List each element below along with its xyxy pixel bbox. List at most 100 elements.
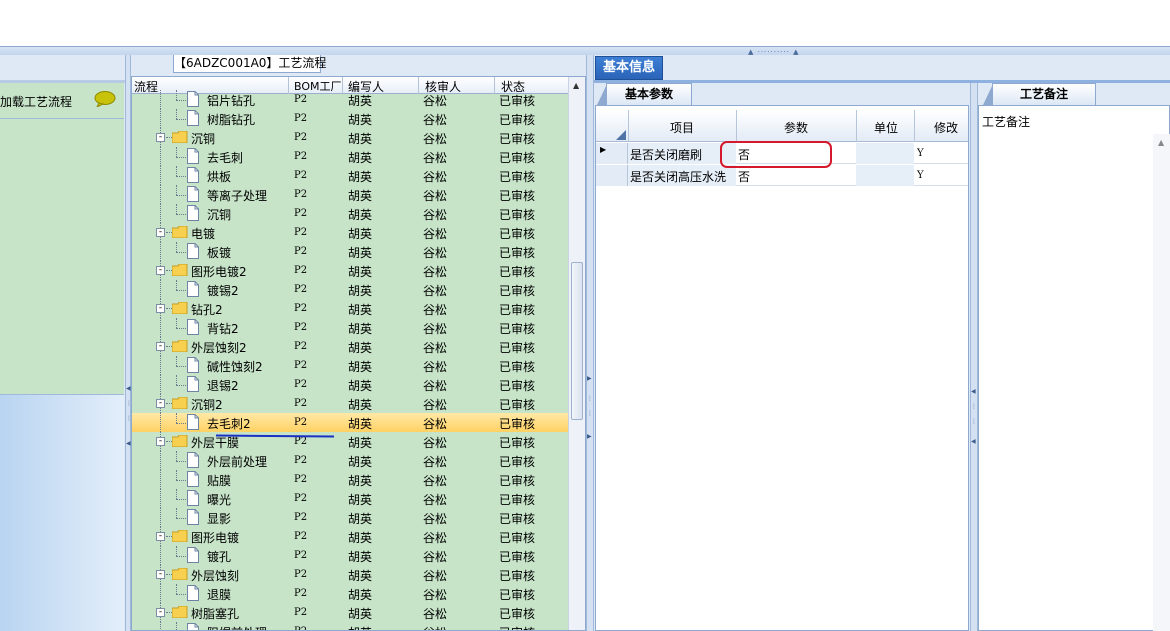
status-cell: 已审核 (499, 284, 536, 298)
collapse-toggle-icon[interactable]: - (156, 133, 165, 142)
tree-node-label: 碱性蚀刻2 (207, 360, 263, 374)
tree-leaf-row[interactable]: 树脂钻孔 P2 胡英 谷松 已审核 (132, 109, 568, 128)
tree-leaf-row[interactable]: 等离子处理 P2 胡英 谷松 已审核 (132, 185, 568, 204)
collapse-toggle-icon[interactable]: - (156, 228, 165, 237)
tree-leaf-row[interactable]: 贴膜 P2 胡英 谷松 已审核 (132, 470, 568, 489)
status-cell: 已审核 (499, 132, 536, 146)
remark-scrollbar[interactable]: ▲ (1153, 134, 1170, 631)
process-remark-box[interactable]: 工艺备注 ▲ (978, 105, 1170, 631)
tree-folder-row[interactable]: - 外层蚀刻 P2 胡英 谷松 已审核 (132, 565, 568, 584)
reviewer-cell: 谷松 (423, 379, 448, 393)
load-process-bar[interactable]: 加载工艺流程 (0, 83, 124, 119)
tree-leaf-row[interactable]: 碱性蚀刻2 P2 胡英 谷松 已审核 (132, 356, 568, 375)
status-cell: 已审核 (499, 246, 536, 260)
collapse-toggle-icon[interactable]: - (156, 608, 165, 617)
collapse-toggle-icon[interactable]: - (156, 570, 165, 579)
column-header-item[interactable]: 项目 (670, 119, 694, 136)
scroll-up-icon[interactable]: ▲ (1158, 138, 1164, 147)
column-header-unit[interactable]: 单位 (874, 119, 898, 136)
right-panel: 基本信息 基本参数 项目 参数 单位 修改 ▶ 是否关闭磨刷 否 Y 是否关闭高… (594, 55, 1170, 631)
process-tree-tab[interactable]: 【6ADZC001A0】工艺流程 (173, 55, 326, 73)
document-icon (187, 281, 199, 297)
scroll-up-icon[interactable]: ▲ (573, 81, 579, 90)
document-icon (187, 91, 199, 107)
tree-leaf-row[interactable]: 退锡2 P2 胡英 谷松 已审核 (132, 375, 568, 394)
bom-factory-cell: P2 (294, 417, 308, 428)
tree-folder-row[interactable]: - 图形电镀2 P2 胡英 谷松 已审核 (132, 261, 568, 280)
bom-factory-cell: P2 (294, 303, 308, 314)
tree-leaf-row[interactable]: 沉铜 P2 胡英 谷松 已审核 (132, 204, 568, 223)
bom-factory-cell: P2 (294, 341, 308, 352)
top-splitter[interactable]: ▲ ·········· ▲ (0, 46, 1170, 56)
tree-leaf-row[interactable]: 烘板 P2 胡英 谷松 已审核 (132, 166, 568, 185)
reviewer-cell: 谷松 (423, 170, 448, 184)
tree-node-label: 背钻2 (207, 322, 239, 336)
document-icon (187, 471, 199, 487)
collapse-toggle-icon[interactable]: - (156, 399, 165, 408)
scroll-thumb[interactable] (571, 262, 583, 420)
tree-leaf-row[interactable]: 铝片钻孔 P2 胡英 谷松 已审核 (132, 90, 568, 109)
tree-folder-row[interactable]: - 钻孔2 P2 胡英 谷松 已审核 (132, 299, 568, 318)
tree-leaf-row[interactable]: 板镀 P2 胡英 谷松 已审核 (132, 242, 568, 261)
tree-leaf-row[interactable]: 阻焊前处理 P2 胡英 谷松 已审核 (132, 622, 568, 630)
document-icon (187, 623, 199, 630)
reviewer-cell: 谷松 (423, 284, 448, 298)
tree-node-label: 图形电镀2 (191, 265, 247, 279)
tree-vertical-scrollbar[interactable]: ▲ (568, 77, 585, 630)
tree-folder-row[interactable]: - 外层蚀刻2 P2 胡英 谷松 已审核 (132, 337, 568, 356)
collapse-toggle-icon[interactable]: - (156, 266, 165, 275)
status-cell: 已审核 (499, 398, 536, 412)
red-highlight-annotation (720, 141, 832, 168)
writer-cell: 胡英 (348, 398, 373, 412)
process-remark-pane: 工艺备注 工艺备注 ▲ (978, 83, 1170, 631)
tab-basic-params[interactable]: 基本参数 (597, 83, 692, 105)
tree-leaf-row[interactable]: 背钻2 P2 胡英 谷松 已审核 (132, 318, 568, 337)
tree-leaf-row[interactable]: 去毛刺2 P2 胡英 谷松 已审核 (132, 413, 568, 432)
tree-folder-row[interactable]: - 沉铜2 P2 胡英 谷松 已审核 (132, 394, 568, 413)
status-cell: 已审核 (499, 588, 536, 602)
tab-basic-info[interactable]: 基本信息 (595, 56, 663, 80)
tree-leaf-row[interactable]: 镀孔 P2 胡英 谷松 已审核 (132, 546, 568, 565)
folder-icon (172, 606, 188, 618)
folder-icon (172, 397, 188, 409)
tab-process-remark[interactable]: 工艺备注 (983, 83, 1096, 105)
collapse-toggle-icon[interactable]: - (156, 304, 165, 313)
param-modify-cell[interactable]: Y (917, 170, 924, 181)
tree-folder-row[interactable]: - 外层干膜 P2 胡英 谷松 已审核 (132, 432, 568, 451)
status-cell: 已审核 (499, 341, 536, 355)
tree-folder-row[interactable]: - 电镀 P2 胡英 谷松 已审核 (132, 223, 568, 242)
tree-node-label: 外层蚀刻 (191, 569, 240, 583)
tree-leaf-row[interactable]: 退膜 P2 胡英 谷松 已审核 (132, 584, 568, 603)
right-splitter[interactable]: ◀ ⋮ ⋮ ◀ (970, 83, 978, 631)
tree-folder-row[interactable]: - 图形电镀 P2 胡英 谷松 已审核 (132, 527, 568, 546)
tree-leaf-row[interactable]: 外层前处理 P2 胡英 谷松 已审核 (132, 451, 568, 470)
collapse-toggle-icon[interactable]: - (156, 532, 165, 541)
tree-folder-row[interactable]: - 树脂塞孔 P2 胡英 谷松 已审核 (132, 603, 568, 622)
tree-node-label: 铝片钻孔 (207, 94, 256, 108)
basic-params-grid: 项目 参数 单位 修改 ▶ 是否关闭磨刷 否 Y 是否关闭高压水洗 否 Y (595, 105, 969, 631)
param-modify-cell[interactable]: Y (917, 148, 924, 159)
tree-leaf-row[interactable]: 曝光 P2 胡英 谷松 已审核 (132, 489, 568, 508)
tree-node-label: 曝光 (207, 493, 232, 507)
tree-leaf-row[interactable]: 镀锡2 P2 胡英 谷松 已审核 (132, 280, 568, 299)
tree-node-label: 退锡2 (207, 379, 239, 393)
tree-folder-row[interactable]: - 沉铜 P2 胡英 谷松 已审核 (132, 128, 568, 147)
collapse-toggle-icon[interactable]: - (156, 342, 165, 351)
column-header-param[interactable]: 参数 (784, 119, 808, 136)
chat-bubble-icon[interactable] (94, 91, 116, 107)
params-row[interactable]: 是否关闭高压水洗 否 Y (596, 165, 968, 186)
tree-node-label: 退膜 (207, 588, 232, 602)
tree-leaf-row[interactable]: 显影 P2 胡英 谷松 已审核 (132, 508, 568, 527)
reviewer-cell: 谷松 (423, 474, 448, 488)
reviewer-cell: 谷松 (423, 227, 448, 241)
writer-cell: 胡英 (348, 455, 373, 469)
tree-node-label: 去毛刺2 (207, 417, 251, 431)
tree-leaf-row[interactable]: 去毛刺 P2 胡英 谷松 已审核 (132, 147, 568, 166)
row-indicator: ▶ (596, 143, 628, 164)
collapse-toggle-icon[interactable]: - (156, 437, 165, 446)
writer-cell: 胡英 (348, 512, 373, 526)
bom-factory-cell: P2 (294, 588, 308, 599)
middle-splitter[interactable]: ▶ ⋮ ⋮ ▶ (586, 55, 594, 631)
param-value-cell[interactable]: 否 (738, 168, 750, 185)
column-header-modify[interactable]: 修改 (934, 119, 958, 136)
